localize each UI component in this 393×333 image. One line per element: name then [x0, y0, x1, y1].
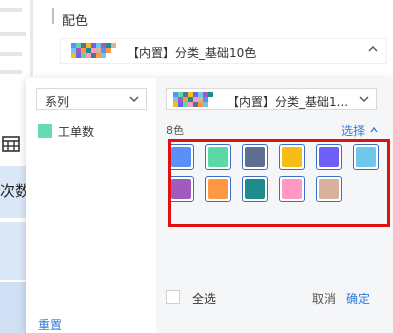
select-toggle-link[interactable]: 选择: [341, 122, 379, 139]
chevron-down-icon: [358, 93, 370, 105]
bg-divider: [0, 70, 22, 74]
config-divider: [30, 0, 33, 76]
chevron-up-icon: [370, 126, 378, 133]
bg-divider: [0, 32, 26, 36]
highlight-box: [168, 139, 390, 227]
color-count: 8色: [166, 124, 184, 137]
cancel-button[interactable]: 取消: [312, 290, 336, 307]
series-dropdown[interactable]: 系列: [36, 88, 147, 110]
palette-preview-swatches: [173, 92, 213, 107]
scheme-preview-swatches: [71, 43, 116, 58]
select-all-checkbox[interactable]: [166, 290, 180, 304]
series-column: 系列 工单数 重置: [26, 78, 156, 333]
palette-dropdown[interactable]: 【内置】分类_基础1...: [166, 88, 377, 110]
reset-button[interactable]: 重置: [38, 316, 62, 333]
section-marker: [52, 8, 54, 24]
bg-divider: [0, 52, 22, 56]
select-all-label: 全选: [192, 292, 217, 306]
series-color-swatch: [38, 124, 52, 138]
table-icon[interactable]: [2, 136, 20, 152]
section-title: 配色: [62, 14, 89, 29]
select-link-label: 选择: [341, 124, 366, 138]
ok-button[interactable]: 确定: [346, 290, 370, 307]
scheme-label: 【内置】分类_基础10色: [127, 46, 257, 60]
bg-divider: [0, 8, 22, 12]
chevron-down-icon: [128, 93, 140, 105]
series-item-label: 工单数: [58, 125, 95, 139]
palette-dropdown-label: 【内置】分类_基础1...: [227, 95, 349, 109]
chevron-up-icon: [366, 42, 380, 56]
series-dropdown-label: 系列: [45, 95, 70, 109]
color-scheme-dropdown[interactable]: 【内置】分类_基础10色: [60, 38, 387, 64]
